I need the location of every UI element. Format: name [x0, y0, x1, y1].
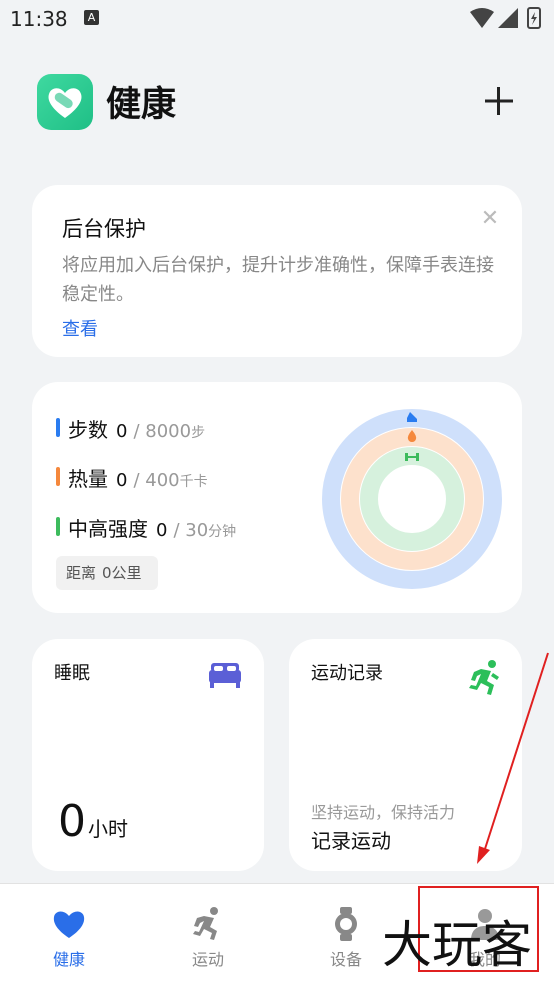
steps-label: 步数	[68, 418, 108, 442]
watermark-logo: 大玩客	[382, 916, 532, 972]
record-workout-button[interactable]: 记录运动	[311, 825, 391, 854]
watch-icon	[335, 907, 357, 941]
intensity-label: 中高强度	[68, 517, 148, 541]
intensity-value: 0	[156, 520, 168, 541]
heart-icon	[53, 911, 85, 938]
background-protection-card: 后台保护 将应用加入后台保护，提升计步准确性，保障手表连接稳定性。 查看 ✕	[32, 185, 522, 357]
activity-rings	[322, 409, 502, 589]
nav-label-devices: 设备	[329, 950, 362, 969]
close-icon[interactable]: ✕	[478, 207, 502, 231]
intensity-goal: / 30	[173, 520, 209, 541]
background-protection-description: 将应用加入后台保护，提升计步准确性，保障手表连接稳定性。	[62, 255, 494, 305]
status-time: 11:38	[10, 7, 68, 31]
nav-item-exercise[interactable]: 运动	[168, 906, 248, 970]
plus-icon	[485, 87, 513, 115]
steps-color-bar	[56, 417, 60, 437]
distance-label: 距离	[66, 564, 97, 582]
status-icons	[470, 7, 541, 29]
intensity-metric: 中高强度 0 / 30 分钟	[56, 513, 237, 541]
distance-chip: 距离 0公里	[56, 556, 158, 590]
calories-label: 热量	[68, 467, 108, 491]
calories-goal: / 400	[133, 470, 180, 491]
health-heart-logo-icon	[48, 88, 82, 118]
signal-icon	[498, 8, 518, 28]
sleep-card[interactable]: 睡眠 0 小时	[32, 639, 264, 871]
calories-value: 0	[116, 470, 128, 491]
page-title: 健康	[106, 85, 177, 125]
nav-item-health[interactable]: 健康	[29, 906, 109, 970]
calories-unit: 千卡	[179, 474, 208, 490]
background-protection-title: 后台保护	[62, 217, 146, 241]
sleep-hours: 0	[58, 796, 86, 847]
add-button[interactable]	[478, 80, 520, 122]
bed-icon	[209, 663, 241, 688]
sleep-unit: 小时	[88, 817, 128, 841]
sleep-title: 睡眠	[54, 663, 90, 684]
workout-record-subtitle: 坚持运动，保持活力	[311, 803, 456, 822]
intensity-ring	[360, 447, 464, 551]
intensity-color-bar	[56, 516, 60, 536]
activity-summary-card[interactable]: 步数 0 / 8000 步 热量 0 / 400 千卡 中高强度 0 / 30 …	[32, 382, 522, 613]
workout-record-title: 运动记录	[311, 663, 383, 684]
distance-value: 0公里	[102, 564, 142, 582]
steps-goal: / 8000	[133, 421, 192, 442]
intensity-unit: 分钟	[208, 524, 237, 540]
calories-metric: 热量 0 / 400 千卡	[56, 463, 208, 491]
steps-value: 0	[116, 421, 128, 442]
calories-color-bar	[56, 466, 60, 486]
wifi-icon	[470, 8, 494, 28]
nav-label-health: 健康	[52, 950, 85, 969]
notification-icon: A	[84, 10, 99, 25]
nav-label-exercise: 运动	[191, 950, 224, 969]
health-app-logo	[37, 74, 93, 130]
view-link[interactable]: 查看	[62, 315, 98, 341]
sleep-value: 0 小时	[58, 796, 128, 847]
steps-metric: 步数 0 / 8000 步	[56, 414, 206, 442]
running-icon	[469, 660, 499, 695]
nav-item-devices[interactable]: 设备	[306, 906, 386, 970]
steps-unit: 步	[191, 425, 206, 441]
workout-record-card[interactable]: 运动记录 坚持运动，保持活力 记录运动	[289, 639, 522, 871]
status-bar: 11:38 A	[0, 0, 554, 38]
running-icon	[193, 907, 218, 940]
watermark-text: 大玩客	[382, 916, 532, 972]
